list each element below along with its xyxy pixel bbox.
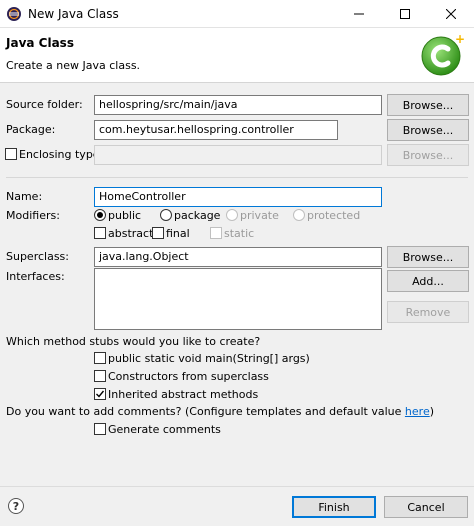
static-label: static	[224, 227, 255, 240]
protected-label: protected	[307, 209, 361, 222]
public-label: public	[108, 209, 142, 222]
superclass-label: Superclass:	[6, 250, 69, 263]
generate-comments-checkbox[interactable]	[94, 423, 106, 435]
close-icon	[446, 9, 456, 19]
maximize-button[interactable]	[382, 0, 428, 28]
private-radio[interactable]	[226, 209, 238, 221]
eclipse-app-icon	[7, 7, 21, 21]
enclosing-type-browse-button[interactable]: Browse...	[387, 144, 469, 166]
package-label: Package:	[6, 123, 56, 136]
abstract-label: abstract	[108, 227, 154, 240]
radio-selected-dot	[97, 212, 103, 218]
new-class-wizard-icon: +	[421, 32, 464, 76]
comments-question: Do you want to add comments? (Configure …	[6, 405, 434, 419]
constructors-checkbox[interactable]	[94, 370, 106, 382]
main-method-checkbox[interactable]	[94, 352, 106, 364]
footer-divider	[0, 486, 474, 487]
finish-button[interactable]: Finish	[292, 496, 376, 518]
final-label: final	[166, 227, 190, 240]
method-stubs-question: Which method stubs would you like to cre…	[6, 335, 261, 348]
private-label: private	[240, 209, 279, 222]
page-title: Java Class	[6, 36, 74, 50]
checkmark-icon	[96, 390, 105, 398]
maximize-icon	[400, 9, 410, 19]
minimize-icon	[354, 13, 364, 15]
interfaces-label: Interfaces:	[6, 270, 65, 283]
enclosing-type-label: Enclosing type:	[19, 148, 104, 161]
comments-question-end: )	[429, 405, 435, 418]
main-method-label: public static void main(String[] args)	[108, 352, 310, 365]
inherited-methods-checkbox[interactable]	[94, 388, 106, 400]
superclass-browse-button[interactable]: Browse...	[387, 246, 469, 268]
comments-question-text: Do you want to add comments? (Configure …	[6, 405, 405, 418]
package-modifier-label: package	[174, 209, 221, 222]
name-label: Name:	[6, 190, 43, 203]
abstract-checkbox[interactable]	[94, 227, 106, 239]
name-field[interactable]: HomeController	[94, 187, 382, 207]
modifiers-label: Modifiers:	[6, 209, 60, 222]
enclosing-type-field[interactable]	[94, 145, 382, 165]
package-radio[interactable]	[160, 209, 172, 221]
public-radio[interactable]	[94, 209, 106, 221]
enclosing-type-checkbox[interactable]	[5, 148, 17, 160]
source-folder-label: Source folder:	[6, 98, 83, 111]
generate-comments-label: Generate comments	[108, 423, 221, 436]
configure-templates-link[interactable]: here	[405, 405, 430, 418]
cancel-button[interactable]: Cancel	[384, 496, 468, 518]
interfaces-remove-button[interactable]: Remove	[387, 301, 469, 323]
minimize-button[interactable]	[336, 0, 382, 28]
protected-radio[interactable]	[293, 209, 305, 221]
superclass-field[interactable]: java.lang.Object	[94, 247, 382, 267]
source-folder-field[interactable]: hellospring/src/main/java	[94, 95, 382, 115]
page-description: Create a new Java class.	[6, 59, 141, 72]
static-checkbox[interactable]	[210, 227, 222, 239]
svg-text:+: +	[455, 32, 464, 46]
final-checkbox[interactable]	[152, 227, 164, 239]
source-folder-browse-button[interactable]: Browse...	[387, 94, 469, 116]
package-field[interactable]: com.heytusar.hellospring.controller	[94, 120, 338, 140]
section-divider	[6, 177, 468, 178]
inherited-methods-label: Inherited abstract methods	[108, 388, 259, 401]
help-icon[interactable]: ?	[8, 498, 24, 514]
window-title: New Java Class	[28, 7, 119, 21]
close-button[interactable]	[428, 0, 474, 28]
package-browse-button[interactable]: Browse...	[387, 119, 469, 141]
constructors-label: Constructors from superclass	[108, 370, 269, 383]
interfaces-add-button[interactable]: Add...	[387, 270, 469, 292]
interfaces-list[interactable]	[94, 268, 382, 330]
